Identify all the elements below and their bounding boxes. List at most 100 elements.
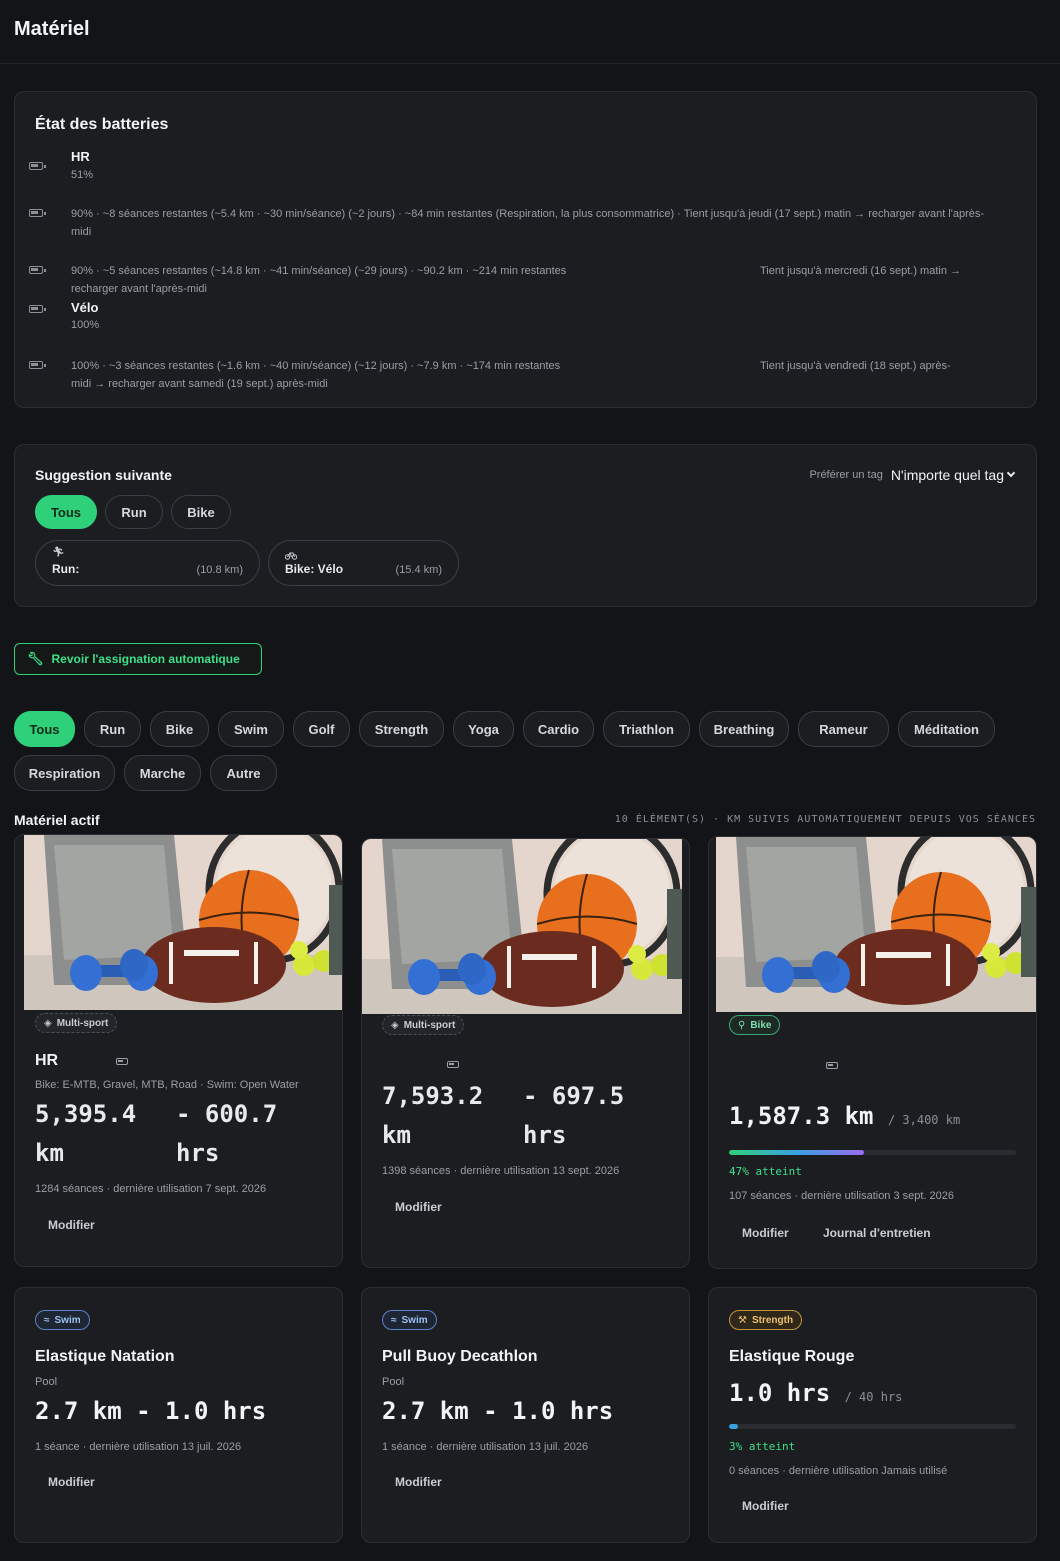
- edit-button[interactable]: Modifier: [48, 1475, 95, 1489]
- suggestion-card-run[interactable]: 🏃︎ Run: (10.8 km): [35, 540, 260, 586]
- run-icon: 🏃︎: [52, 547, 65, 558]
- battery-percent: 51%: [71, 169, 94, 181]
- category-respiration[interactable]: Respiration: [14, 755, 115, 791]
- edit-button[interactable]: Modifier: [742, 1226, 789, 1240]
- edit-button[interactable]: Modifier: [395, 1200, 442, 1214]
- battery-icon: [826, 1062, 838, 1069]
- battery-icon: [29, 209, 46, 217]
- suggestion-filter-tous[interactable]: Tous: [35, 495, 97, 529]
- category-meditation[interactable]: Méditation: [898, 711, 995, 747]
- gear-name: HR: [35, 1052, 59, 1069]
- battery-icon: [116, 1058, 128, 1065]
- battery-detail: 100% · ~3 séances restantes (~1.6 km · ~…: [71, 360, 561, 372]
- battery-icon: [29, 305, 46, 313]
- gear-distance-value: 7,593.2: [382, 1082, 484, 1110]
- battery-device-name: HR: [71, 149, 90, 164]
- edit-button[interactable]: Modifier: [742, 1499, 789, 1513]
- category-badge-label: Bike: [750, 1019, 772, 1031]
- gear-target: / 40 hrs: [844, 1390, 903, 1404]
- gear-usage: 1 séance · dernière utilisation 13 juil.…: [382, 1441, 589, 1453]
- suggestion-card-bike[interactable]: Bike: Vélo (15.4 km): [268, 540, 459, 586]
- gear-card[interactable]: ⚲ Bike 1,587.3 km / 3,400 km 47% atteint …: [708, 836, 1037, 1269]
- gear-card[interactable]: ◈ Multi-sport HR Bike: E-MTB, Gravel, MTB…: [14, 834, 343, 1267]
- category-marche[interactable]: Marche: [124, 755, 201, 791]
- suggestion-filter-bike[interactable]: Bike: [171, 495, 231, 529]
- battery-detail-right: Tient jusqu'à vendredi (18 sept.) après-: [760, 360, 951, 372]
- category-autre[interactable]: Autre: [210, 755, 277, 791]
- battery-row: 90% · ~8 séances restantes (~5.4 km · ~3…: [29, 205, 1000, 241]
- prefer-tag-select[interactable]: N'importe quel tag: [890, 467, 1016, 483]
- gear-photo: [24, 835, 343, 1010]
- gear-name: Pull Buoy Decathlon: [382, 1348, 538, 1365]
- chevron-down-icon: [1006, 468, 1016, 478]
- gear-name: Elastique Natation: [35, 1348, 175, 1365]
- gear-value-text: 1,587.3 km: [729, 1102, 874, 1130]
- gear-progress-label: 47% atteint: [729, 1165, 802, 1178]
- battery-detail-cont: recharger avant l'après-midi: [71, 283, 207, 295]
- battery-detail-cont: midi → recharger avant samedi (19 sept.)…: [71, 378, 328, 390]
- category-run[interactable]: Run: [84, 711, 141, 747]
- battery-detail-right: Tient jusqu'à mercredi (16 sept.) matin …: [760, 265, 961, 277]
- dumbbell-icon: ⚒: [738, 1314, 747, 1326]
- page-title: Matériel: [14, 18, 90, 40]
- gear-subtitle: Pool: [382, 1376, 405, 1388]
- category-tous[interactable]: Tous: [14, 711, 75, 747]
- category-filters-row2: Respiration Marche Autre: [14, 755, 277, 791]
- category-golf[interactable]: Golf: [293, 711, 350, 747]
- gear-progress-bar: [729, 1424, 1016, 1429]
- category-badge: ≈ Swim: [35, 1310, 90, 1330]
- category-cardio[interactable]: Cardio: [523, 711, 594, 747]
- gear-card[interactable]: ⚒ Strength Elastique Rouge 1.0 hrs / 40 h…: [708, 1287, 1037, 1543]
- gear-time-value: - 697.5: [523, 1082, 625, 1110]
- maintenance-log-button[interactable]: Journal d'entretien: [823, 1226, 931, 1240]
- gear-target: / 3,400 km: [887, 1113, 961, 1127]
- edit-button[interactable]: Modifier: [48, 1218, 95, 1232]
- active-gear-title: Matériel actif: [14, 812, 100, 828]
- layers-icon: ◈: [44, 1017, 52, 1029]
- battery-row: Vélo 100%: [29, 300, 1000, 331]
- battery-row: 90% · ~5 séances restantes (~14.8 km · ~…: [29, 262, 1000, 298]
- gear-value: 2.7 km - 1.0 hrs: [382, 1397, 614, 1425]
- battery-percent: 100%: [71, 319, 100, 331]
- battery-detail: 90% · ~8 séances restantes (~5.4 km · ~3…: [71, 208, 985, 238]
- category-badge-label: Strength: [751, 1314, 794, 1326]
- layers-icon: ◈: [391, 1019, 399, 1031]
- category-bike[interactable]: Bike: [150, 711, 209, 747]
- gear-card[interactable]: ≈ Swim Elastique Natation Pool 2.7 km - 1…: [14, 1287, 343, 1543]
- gear-progress-bar: [729, 1150, 1016, 1155]
- suggestion-card-label: Run:: [52, 562, 80, 576]
- gear-card[interactable]: ≈ Swim Pull Buoy Decathlon Pool 2.7 km - …: [361, 1287, 690, 1543]
- category-rameur[interactable]: Rameur: [798, 711, 889, 747]
- prefer-tag-label: Préférer un tag: [809, 469, 883, 481]
- suggestion-filter-run[interactable]: Run: [105, 495, 163, 529]
- category-yoga[interactable]: Yoga: [453, 711, 514, 747]
- gear-stats: 7,593.2 - 697.5 km hrs: [382, 1077, 663, 1155]
- gear-distance-unit: km: [35, 1139, 64, 1167]
- suggestion-card-distance: (10.8 km): [196, 564, 243, 576]
- battery-icon: [447, 1061, 459, 1068]
- prefer-tag-value: N'importe quel tag: [890, 467, 1004, 483]
- battery-panel: État des batteries HR 51% 90% · ~8 séanc…: [14, 91, 1037, 408]
- gear-card[interactable]: ◈ Multi-sport 7,593.2 - 697.5 km hrs 1398…: [361, 838, 690, 1268]
- category-badge-label: Multi-sport: [56, 1017, 109, 1029]
- review-assignment-button[interactable]: 🔧︎ Revoir l'assignation automatique: [14, 643, 262, 675]
- gear-progress-fill: [729, 1150, 864, 1155]
- category-badge: ≈ Swim: [382, 1310, 437, 1330]
- category-badge-label: Swim: [401, 1314, 428, 1326]
- battery-icon: [29, 162, 46, 170]
- gear-value: 1.0 hrs / 40 hrs: [729, 1374, 902, 1417]
- category-triathlon[interactable]: Triathlon: [603, 711, 690, 747]
- gear-value: 2.7 km - 1.0 hrs: [35, 1397, 267, 1425]
- category-badge: ⚲ Bike: [729, 1015, 781, 1035]
- battery-row: HR 51%: [29, 149, 1000, 181]
- gear-photo: [716, 837, 1036, 1012]
- suggestion-filters: Tous Run Bike: [35, 495, 231, 529]
- category-swim[interactable]: Swim: [218, 711, 284, 747]
- edit-button[interactable]: Modifier: [395, 1475, 442, 1489]
- gear-subtitle: Pool: [35, 1376, 58, 1388]
- gear-distance-unit: km: [382, 1121, 411, 1149]
- category-strength[interactable]: Strength: [359, 711, 444, 747]
- category-breathing[interactable]: Breathing: [699, 711, 789, 747]
- gear-usage: 1 séance · dernière utilisation 13 juil.…: [35, 1441, 242, 1453]
- swim-icon: ≈: [391, 1314, 397, 1326]
